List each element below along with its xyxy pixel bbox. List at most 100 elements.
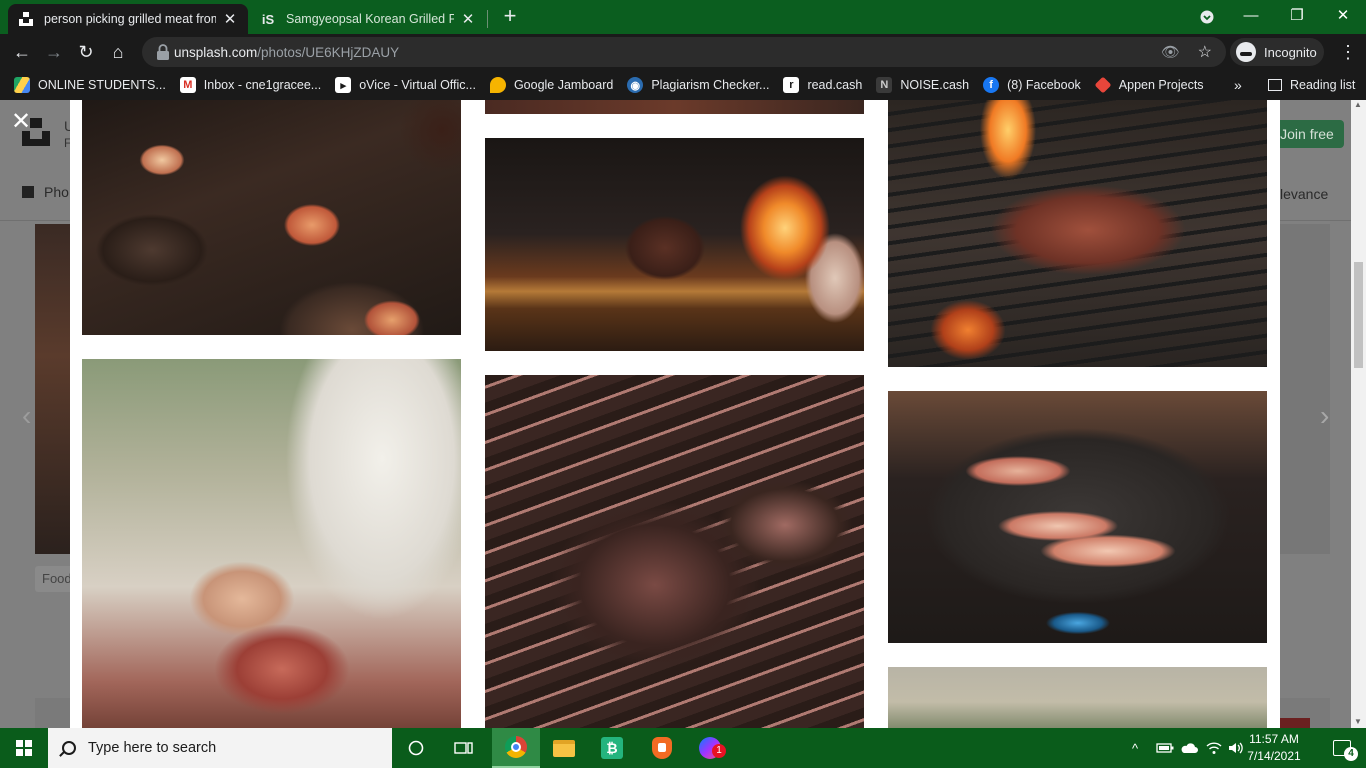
gmail-icon: M (179, 77, 196, 93)
related-photo-steak-on-grill[interactable] (888, 100, 1267, 367)
tab-separator (487, 10, 488, 28)
bookmark-plagiarism-checker[interactable]: ◉ Plagiarism Checker... (627, 77, 769, 93)
bookmark-online-students[interactable]: ONLINE STUDENTS... (14, 77, 166, 93)
tab-unsplash[interactable]: person picking grilled meat from ✕ (8, 4, 248, 34)
noisecash-icon: N (876, 77, 893, 93)
scrollbar-thumb[interactable] (1354, 262, 1363, 368)
photos-tab[interactable]: Pho (22, 184, 69, 200)
task-view-icon[interactable] (440, 728, 488, 768)
tab-samgyeopsal[interactable]: iS Samgyeopsal Korean Grilled Pork ✕ (250, 4, 486, 34)
home-icon[interactable]: ⌂ (104, 38, 132, 66)
bookmark-ovice[interactable]: ▸ oVice - Virtual Offic... (335, 77, 476, 93)
sort-relevance[interactable]: levance (1280, 186, 1328, 202)
plagiarism-icon: ◉ (627, 77, 644, 93)
background-footer-accent (1280, 718, 1310, 728)
minimize-icon[interactable]: — (1228, 0, 1274, 34)
taskbar-search[interactable]: Type here to search (48, 728, 392, 768)
drive-icon (14, 77, 30, 93)
bookmarks-overflow-icon[interactable]: » (1234, 77, 1242, 93)
incognito-badge[interactable]: Incognito (1230, 38, 1324, 66)
bitcoin-wallet-icon[interactable]: ₿ (588, 728, 636, 768)
previous-arrow-icon[interactable]: ‹ (22, 400, 31, 432)
close-tab-icon[interactable]: ✕ (222, 10, 238, 28)
scroll-down-icon[interactable]: ▼ (1354, 717, 1362, 726)
is-favicon-icon: iS (261, 11, 275, 27)
file-explorer-icon[interactable] (540, 728, 588, 768)
related-photo-samgyeopsal-pan[interactable] (888, 391, 1267, 643)
address-bar[interactable]: unsplash.com/photos/UE6KHjZDAUY 👁 ☆ (142, 37, 1226, 67)
tab-search-icon[interactable] (1184, 0, 1230, 34)
action-center-button[interactable]: 4 (1318, 728, 1366, 768)
reload-icon[interactable]: ↻ (72, 38, 100, 66)
next-arrow-icon[interactable]: › (1320, 400, 1329, 432)
jamboard-icon (489, 77, 506, 93)
tab-title: Samgyeopsal Korean Grilled Pork (286, 12, 454, 26)
wifi-icon[interactable] (1206, 728, 1222, 768)
page-content: U F Join free Pho levance Food ‹ › ✕ ▲ ▼ (0, 100, 1366, 728)
appen-icon (1094, 76, 1112, 94)
tab-title: person picking grilled meat from (44, 12, 216, 26)
incognito-label: Incognito (1264, 44, 1317, 60)
messenger-badge: 1 (712, 744, 726, 758)
page-scrollbar[interactable]: ▲ ▼ (1351, 100, 1366, 728)
bookmark-jamboard[interactable]: Google Jamboard (489, 77, 613, 93)
folder-icon (553, 739, 575, 757)
onedrive-icon[interactable] (1180, 728, 1198, 768)
tracking-blocked-icon[interactable]: 👁 (1161, 43, 1180, 61)
join-free-button[interactable]: Join free (1270, 120, 1344, 148)
related-photo-partial[interactable] (888, 667, 1267, 728)
brave-browser-icon[interactable] (638, 728, 686, 768)
back-icon[interactable]: ← (8, 38, 36, 66)
ovice-icon: ▸ (335, 77, 352, 93)
notification-count: 4 (1344, 747, 1358, 761)
readcash-icon: r (783, 77, 800, 93)
brave-icon (652, 737, 672, 759)
chrome-icon (505, 736, 527, 758)
reading-list-icon (1268, 79, 1282, 91)
volume-icon[interactable] (1228, 728, 1244, 768)
start-button[interactable] (0, 728, 48, 768)
incognito-icon (1236, 42, 1256, 62)
unsplash-icon (18, 11, 34, 27)
lock-icon (157, 44, 169, 60)
window-close-icon[interactable]: ✕ (1320, 0, 1366, 34)
browser-toolbar: ← → ↻ ⌂ unsplash.com/photos/UE6KHjZDAUY … (0, 34, 1366, 70)
restore-icon[interactable]: ❐ (1274, 0, 1320, 34)
close-tab-icon[interactable]: ✕ (460, 10, 476, 28)
system-clock[interactable]: 11:57 AM 7/14/2021 (1244, 731, 1304, 765)
url-text: unsplash.com/photos/UE6KHjZDAUY (174, 45, 400, 60)
new-tab-icon[interactable]: + (498, 5, 522, 29)
background-photo (35, 224, 71, 554)
photos-icon (22, 186, 34, 198)
related-photo-grilled-ribs[interactable] (485, 375, 864, 728)
bookmarks-bar: ONLINE STUDENTS... M Inbox - cne1gracee.… (0, 70, 1366, 100)
battery-icon[interactable] (1156, 728, 1174, 768)
messenger-taskbar-icon[interactable]: 1 (686, 728, 734, 768)
scroll-up-icon[interactable]: ▲ (1354, 100, 1362, 109)
related-photo-partial[interactable] (485, 100, 864, 114)
bookmark-read-cash[interactable]: r read.cash (783, 77, 862, 93)
search-icon (62, 741, 76, 755)
bookmark-appen[interactable]: Appen Projects (1094, 76, 1204, 94)
show-hidden-icons[interactable]: ^ (1132, 728, 1138, 768)
related-photo-grilled-shrimp-meat[interactable] (82, 100, 461, 335)
close-modal-icon[interactable]: ✕ (10, 110, 32, 134)
reading-list-button[interactable]: Reading list (1268, 70, 1355, 100)
related-photo-cutting-meat[interactable] (82, 359, 461, 728)
tag-food[interactable]: Food (35, 566, 75, 592)
bookmark-inbox[interactable]: M Inbox - cne1gracee... (179, 77, 321, 93)
clock-time: 11:57 AM (1249, 732, 1299, 746)
related-photo-steak-over-flames[interactable] (485, 138, 864, 351)
bookmark-star-icon[interactable]: ☆ (1198, 42, 1212, 62)
chrome-taskbar-icon[interactable] (492, 728, 540, 768)
bookmark-facebook[interactable]: f (8) Facebook (983, 77, 1081, 93)
cortana-icon[interactable] (392, 728, 440, 768)
bitcoin-icon: ₿ (601, 737, 623, 759)
forward-icon[interactable]: → (40, 38, 68, 66)
bookmark-noise-cash[interactable]: N NOISE.cash (876, 77, 969, 93)
tab-strip: person picking grilled meat from ✕ iS Sa… (0, 0, 1366, 34)
windows-logo-icon (16, 740, 32, 756)
clock-date: 7/14/2021 (1247, 749, 1301, 763)
menu-icon[interactable]: ⋮ (1338, 39, 1358, 65)
search-placeholder: Type here to search (88, 740, 217, 756)
